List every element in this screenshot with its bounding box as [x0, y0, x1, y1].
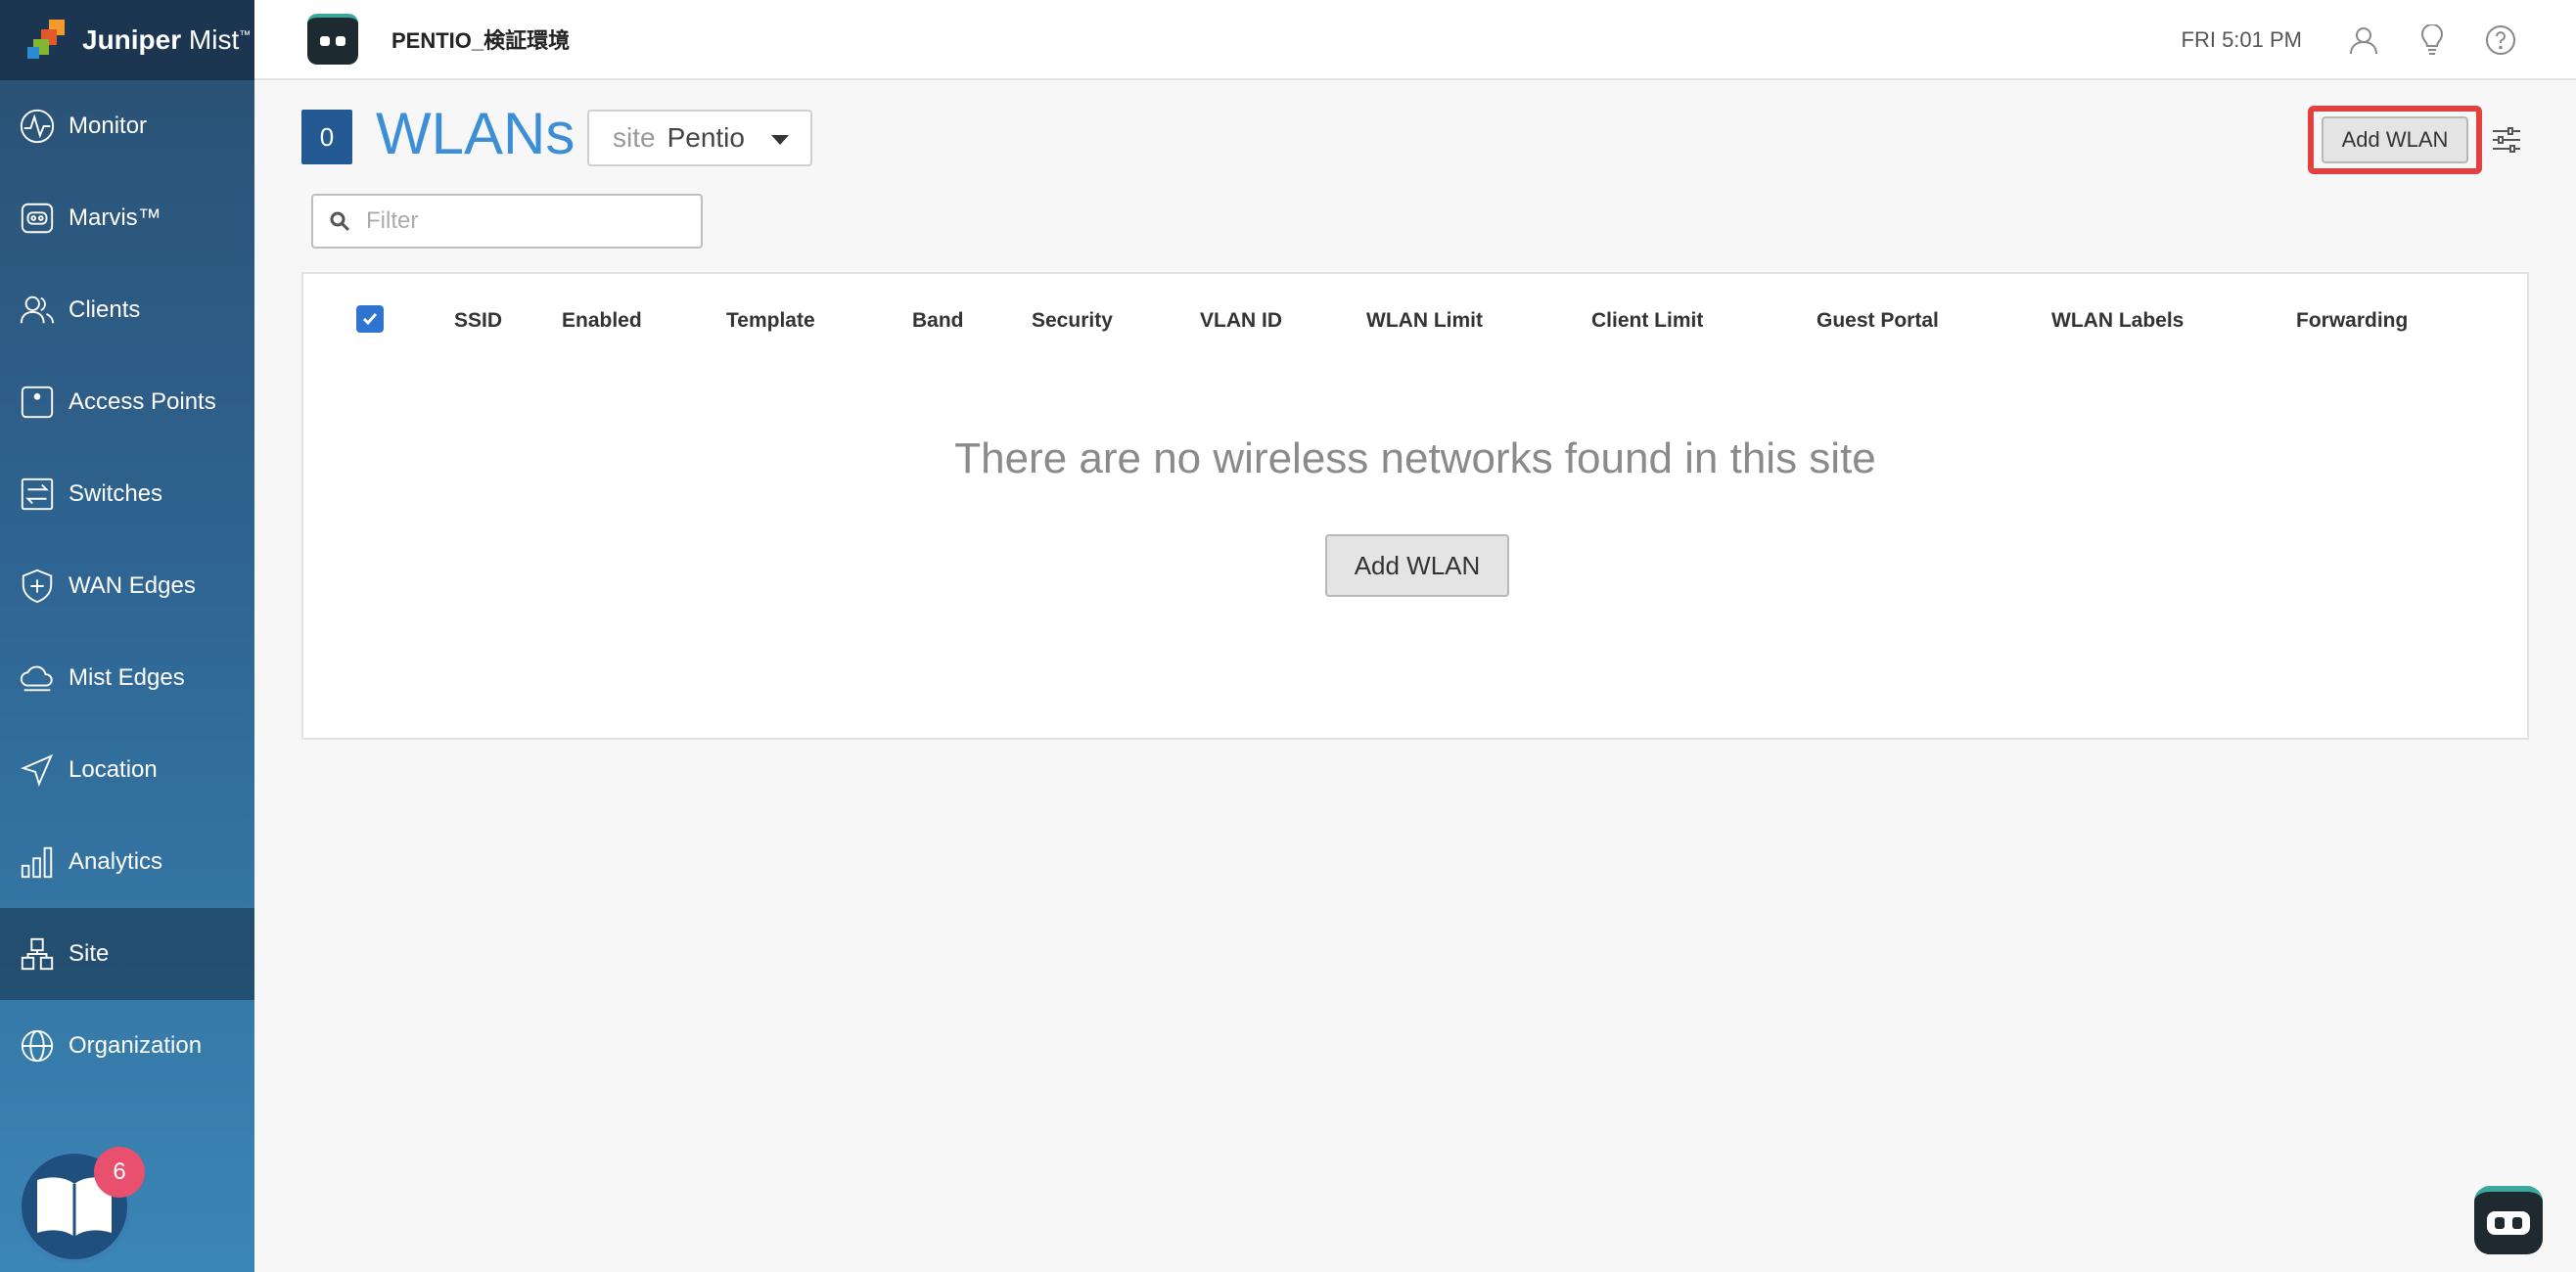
site-icon — [18, 934, 57, 974]
wlan-table: SSID Enabled Template Band Security VLAN… — [301, 272, 2529, 740]
brand-name: Juniper Mist™ — [82, 24, 252, 55]
monitor-pulse-icon — [18, 107, 57, 146]
clients-icon — [18, 291, 57, 330]
sidebar-item-monitor[interactable]: Monitor — [0, 80, 254, 172]
sidebar-nav: Monitor Marvis™ Clients Access Points Sw… — [0, 80, 254, 1092]
column-header-ssid[interactable]: SSID — [454, 309, 502, 333]
sidebar-item-label: Clients — [69, 296, 141, 323]
table-header: SSID Enabled Template Band Security VLAN… — [303, 274, 2527, 372]
site-selector[interactable]: site Pentio — [587, 110, 812, 166]
sidebar-item-label: Switches — [69, 480, 163, 507]
filter-field[interactable] — [311, 194, 703, 249]
sidebar-item-location[interactable]: Location — [0, 724, 254, 816]
sidebar-item-label: Location — [69, 756, 158, 783]
robot-icon — [2487, 1211, 2530, 1235]
add-wlan-empty-button[interactable]: Add WLAN — [1325, 534, 1509, 597]
column-header-template[interactable]: Template — [726, 309, 815, 333]
sidebar-item-label: Access Points — [69, 388, 216, 415]
access-point-icon — [18, 383, 57, 422]
column-header-forwarding[interactable]: Forwarding — [2296, 309, 2408, 333]
top-bar: PENTIO_検証環境 FRI 5:01 PM — [254, 0, 2576, 80]
site-selector-label: site — [613, 122, 656, 153]
add-wlan-highlight: Add WLAN — [2308, 106, 2482, 174]
marvis-chat-button[interactable] — [2474, 1186, 2543, 1254]
column-header-client-limit[interactable]: Client Limit — [1591, 309, 1703, 333]
lightbulb-icon[interactable] — [2415, 23, 2449, 57]
search-icon — [330, 211, 350, 232]
sidebar-item-label: Mist Edges — [69, 664, 185, 691]
user-icon[interactable] — [2347, 23, 2380, 57]
site-selector-value: Pentio — [667, 122, 745, 153]
sidebar-item-mist-edges[interactable]: Mist Edges — [0, 632, 254, 724]
wan-edge-icon — [18, 567, 57, 606]
clock: FRI 5:01 PM — [2181, 27, 2302, 52]
brand-logo[interactable]: Juniper Mist™ — [0, 0, 254, 80]
empty-state-message: There are no wireless networks found in … — [954, 434, 1876, 482]
sidebar-item-switches[interactable]: Switches — [0, 448, 254, 540]
sidebar-item-label: Marvis™ — [69, 204, 161, 231]
juniper-logo-icon — [27, 18, 72, 63]
sidebar-item-organization[interactable]: Organization — [0, 1000, 254, 1092]
column-header-wlan-labels[interactable]: WLAN Labels — [2051, 309, 2184, 333]
sidebar-item-label: Organization — [69, 1032, 203, 1059]
globe-icon — [18, 1026, 57, 1066]
sidebar-item-label: WAN Edges — [69, 572, 196, 599]
column-header-guest-portal[interactable]: Guest Portal — [1817, 309, 1939, 333]
sidebar-item-marvis[interactable]: Marvis™ — [0, 172, 254, 264]
filter-input[interactable] — [366, 207, 689, 235]
location-arrow-icon — [18, 750, 57, 790]
sidebar-item-wan-edges[interactable]: WAN Edges — [0, 540, 254, 632]
table-settings-icon[interactable] — [2490, 123, 2523, 157]
notification-badge: 6 — [94, 1147, 145, 1198]
cloud-icon — [18, 659, 57, 698]
sidebar-item-label: Monitor — [69, 113, 148, 139]
sidebar: Juniper Mist™ Monitor Marvis™ Clients Ac… — [0, 0, 254, 1272]
page-title: WLANs — [376, 101, 575, 166]
org-avatar[interactable] — [307, 14, 358, 65]
sidebar-item-clients[interactable]: Clients — [0, 264, 254, 356]
sidebar-item-label: Site — [69, 940, 110, 967]
sidebar-item-site[interactable]: Site — [0, 908, 254, 1000]
column-header-security[interactable]: Security — [1032, 309, 1113, 333]
column-header-vlan-id[interactable]: VLAN ID — [1200, 309, 1282, 333]
column-header-wlan-limit[interactable]: WLAN Limit — [1366, 309, 1483, 333]
help-icon[interactable] — [2484, 23, 2517, 57]
org-name[interactable]: PENTIO_検証環境 — [391, 23, 570, 55]
marvis-icon — [18, 199, 57, 238]
switch-icon — [18, 475, 57, 514]
bar-chart-icon — [18, 842, 57, 882]
sidebar-item-access-points[interactable]: Access Points — [0, 356, 254, 448]
wlan-count-badge: 0 — [301, 110, 352, 164]
add-wlan-button[interactable]: Add WLAN — [2322, 116, 2468, 163]
sidebar-item-analytics[interactable]: Analytics — [0, 816, 254, 908]
checkmark-icon — [362, 313, 378, 326]
column-header-band[interactable]: Band — [912, 309, 964, 333]
column-header-enabled[interactable]: Enabled — [562, 309, 642, 333]
select-all-checkbox[interactable] — [356, 305, 384, 333]
chevron-down-icon — [771, 135, 789, 145]
sidebar-item-label: Analytics — [69, 848, 163, 875]
